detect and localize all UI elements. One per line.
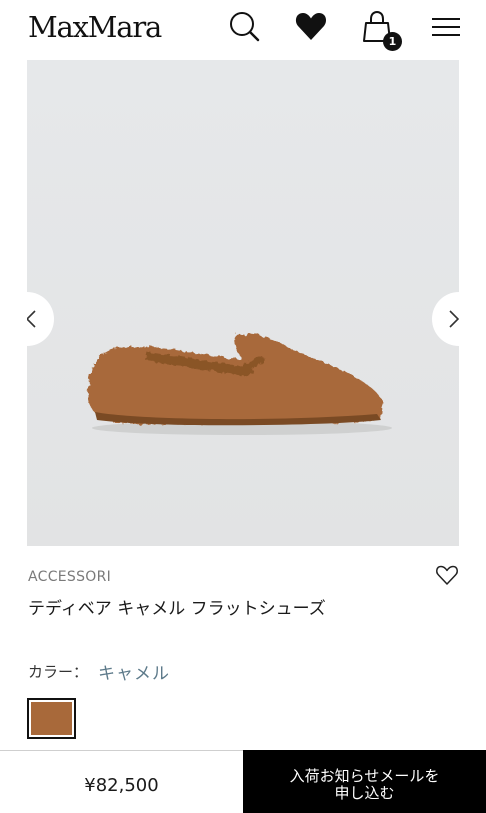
chevron-right-icon bbox=[449, 310, 459, 328]
add-to-wishlist-heart-icon[interactable] bbox=[435, 564, 459, 586]
price-box: ¥82,500 bbox=[0, 750, 243, 813]
search-icon[interactable] bbox=[226, 10, 262, 44]
color-swatch-camel[interactable] bbox=[27, 698, 76, 739]
product-image-gallery[interactable] bbox=[27, 60, 459, 546]
product-image bbox=[27, 60, 459, 546]
header: MaxMara 1 bbox=[0, 0, 486, 56]
color-value: キャメル bbox=[98, 664, 170, 684]
menu-icon[interactable] bbox=[428, 10, 464, 44]
notify-button-label-line1: 入荷お知らせメールを bbox=[289, 767, 440, 785]
product-category[interactable]: ACCESSORI bbox=[28, 569, 111, 585]
notify-button-label-line2: 申し込む bbox=[334, 784, 395, 802]
chevron-left-icon bbox=[27, 310, 36, 328]
product-name: テディベア キャメル フラットシューズ bbox=[28, 599, 326, 619]
heart-icon[interactable] bbox=[293, 10, 329, 44]
color-label: カラー： bbox=[28, 663, 89, 681]
product-price: ¥82,500 bbox=[84, 775, 159, 796]
maxmara-logo[interactable]: MaxMara bbox=[28, 10, 162, 44]
color-swatch-fill bbox=[31, 702, 72, 735]
cart-count-badge: 1 bbox=[383, 32, 402, 51]
purchase-bar: ¥82,500 入荷お知らせメールを 申し込む bbox=[0, 750, 486, 813]
restock-notify-button[interactable]: 入荷お知らせメールを 申し込む bbox=[243, 750, 486, 813]
